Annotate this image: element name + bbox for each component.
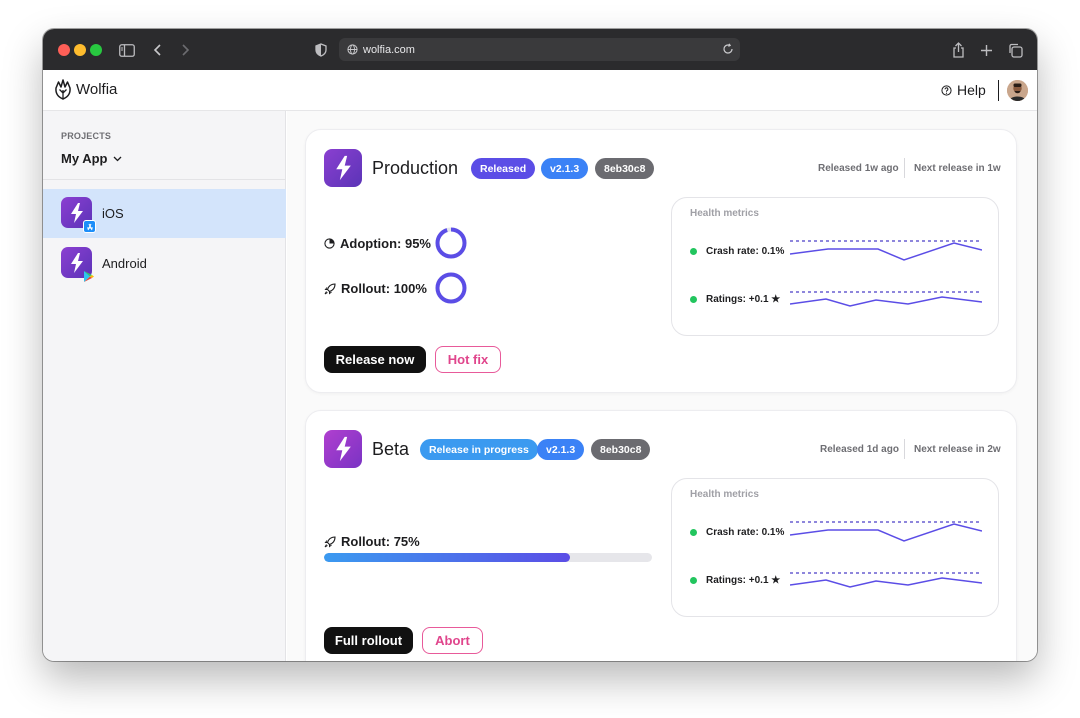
adoption-label: Adoption: 95%	[340, 236, 431, 251]
status-badge: Released	[471, 158, 536, 179]
production-app-icon	[324, 149, 362, 187]
crash-rate-sparkline	[790, 521, 982, 542]
brand-name: Wolfia	[76, 81, 118, 98]
sidebar-item-label: Android	[102, 256, 147, 271]
app-header: Wolfia Help	[43, 70, 1037, 111]
globe-icon	[347, 44, 358, 55]
privacy-shield-icon[interactable]	[310, 39, 332, 61]
health-metrics-title: Health metrics	[690, 208, 759, 219]
next-release: Next release in 2w	[914, 444, 1001, 455]
status-dot	[690, 296, 697, 303]
adoption-ring	[435, 227, 467, 259]
header-divider	[998, 80, 999, 101]
ratings-label: Ratings: +0.1 ★	[706, 294, 781, 305]
rollout-label: Rollout: 75%	[341, 534, 420, 549]
sidebar-item-ios[interactable]: iOS	[43, 189, 286, 238]
rocket-icon	[324, 282, 336, 294]
ratings-sparkline	[790, 291, 982, 307]
rocket-icon	[324, 535, 336, 547]
ratings-label: Ratings: +0.1 ★	[706, 575, 781, 586]
help-link[interactable]: Help	[941, 82, 986, 98]
meta-divider	[904, 439, 905, 459]
release-card-beta: Beta Release in progress v2.1.3 8eb30c8 …	[305, 410, 1017, 661]
rollout-stat: Rollout: 75%	[324, 534, 420, 549]
google-play-icon	[84, 271, 94, 282]
help-label: Help	[957, 82, 986, 98]
sidebar: PROJECTS My App iOS Android	[43, 111, 286, 661]
beta-app-icon	[324, 430, 362, 468]
minimize-window-button[interactable]	[74, 44, 86, 56]
hot-fix-button[interactable]: Hot fix	[435, 346, 501, 373]
status-badge: Release in progress	[420, 439, 538, 460]
sidebar-item-label: iOS	[102, 206, 124, 221]
projects-label: PROJECTS	[61, 131, 112, 141]
tab-overview-icon[interactable]	[1004, 39, 1026, 61]
app-store-icon	[83, 220, 96, 233]
abort-button[interactable]: Abort	[422, 627, 483, 654]
reload-icon[interactable]	[722, 43, 734, 58]
rollout-label: Rollout: 100%	[341, 281, 427, 296]
pie-chart-icon	[324, 238, 335, 249]
card-title: Production	[372, 158, 459, 178]
version-badge: v2.1.3	[537, 439, 585, 460]
version-badge: v2.1.3	[541, 158, 589, 179]
crash-rate-metric: Crash rate: 0.1%	[690, 527, 784, 538]
brand-logo[interactable]: Wolfia	[54, 79, 117, 100]
status-dot	[690, 529, 697, 536]
rollout-progress-bar	[324, 553, 652, 562]
released-time: Released 1w ago	[818, 163, 899, 174]
help-icon	[941, 84, 952, 96]
release-card-production: Production Released v2.1.3 8eb30c8 Relea…	[305, 129, 1017, 393]
ratings-metric: Ratings: +0.1 ★	[690, 294, 780, 305]
crash-rate-metric: Crash rate: 0.1%	[690, 246, 784, 257]
zoom-window-button[interactable]	[90, 44, 102, 56]
commit-badge: 8eb30c8	[591, 439, 651, 460]
sidebar-toggle-icon[interactable]	[116, 39, 138, 61]
main-content: Production Released v2.1.3 8eb30c8 Relea…	[287, 111, 1037, 661]
project-selector[interactable]: My App	[61, 151, 122, 166]
ratings-sparkline	[790, 572, 982, 588]
release-now-button[interactable]: Release now	[324, 346, 426, 373]
avatar[interactable]	[1007, 80, 1028, 101]
crash-rate-label: Crash rate: 0.1%	[706, 527, 785, 538]
sidebar-item-android[interactable]: Android	[43, 239, 286, 288]
health-metrics-panel: Health metrics Crash rate: 0.1% Ratings:…	[671, 197, 999, 336]
chevron-down-icon	[114, 156, 122, 161]
project-name: My App	[61, 151, 108, 166]
forward-icon[interactable]	[174, 39, 196, 61]
card-title: Beta	[372, 439, 410, 459]
url-text: wolfia.com	[363, 43, 415, 56]
ratings-metric: Ratings: +0.1 ★	[690, 575, 780, 586]
status-dot	[690, 577, 697, 584]
back-icon[interactable]	[147, 39, 169, 61]
crash-rate-sparkline	[790, 240, 982, 261]
browser-window: wolfia.com Wolfia Help PROJECTS My App i…	[43, 29, 1037, 661]
new-tab-icon[interactable]	[975, 39, 997, 61]
rollout-stat: Rollout: 100%	[324, 281, 427, 296]
share-icon[interactable]	[947, 39, 969, 61]
status-dot	[690, 248, 697, 255]
health-metrics-title: Health metrics	[690, 489, 759, 500]
next-release: Next release in 1w	[914, 163, 1001, 174]
crash-rate-label: Crash rate: 0.1%	[706, 246, 785, 257]
adoption-stat: Adoption: 95%	[324, 236, 431, 251]
browser-toolbar: wolfia.com	[43, 29, 1037, 70]
rollout-ring	[435, 272, 467, 304]
address-bar[interactable]: wolfia.com	[339, 38, 740, 61]
sidebar-divider	[43, 179, 286, 180]
rollout-progress-fill	[324, 553, 570, 562]
health-metrics-panel: Health metrics Crash rate: 0.1% Ratings:…	[671, 478, 999, 617]
released-time: Released 1d ago	[820, 444, 899, 455]
wolfia-logo-icon	[55, 79, 71, 100]
commit-badge: 8eb30c8	[595, 158, 655, 179]
full-rollout-button[interactable]: Full rollout	[324, 627, 413, 654]
meta-divider	[904, 158, 905, 178]
close-window-button[interactable]	[58, 44, 70, 56]
